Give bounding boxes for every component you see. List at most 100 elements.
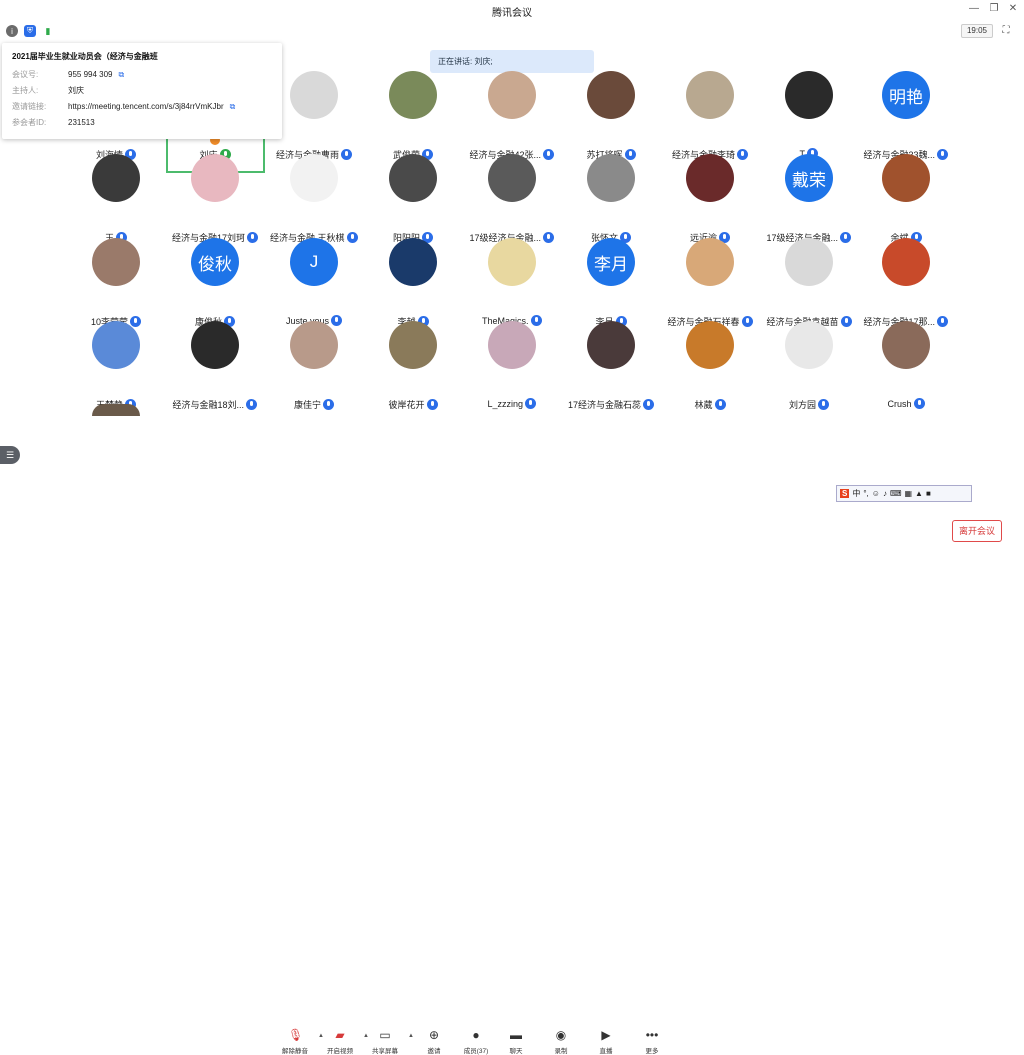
toolbar-invite-button[interactable]: ⊕ 邀请 xyxy=(414,1028,454,1055)
dropdown-caret-icon[interactable]: ▲ xyxy=(408,1033,414,1039)
participant-name-text: 彼岸花开 xyxy=(388,400,425,410)
mic-status-icon xyxy=(840,232,852,243)
voice-icon[interactable]: ♪ xyxy=(883,489,887,498)
apps-icon[interactable]: ■ xyxy=(926,489,931,498)
participant-name: 刘方园 xyxy=(789,398,830,411)
participant-avatar[interactable] xyxy=(389,71,437,119)
signal-icon[interactable]: ▮ xyxy=(42,25,54,37)
emoji-icon[interactable]: ☺ xyxy=(872,489,880,498)
participant-name: 林葳 xyxy=(695,398,726,411)
mic-status-icon xyxy=(643,399,655,410)
participant-avatar[interactable] xyxy=(488,321,536,369)
participant-avatar[interactable] xyxy=(882,154,930,202)
toolbar-label: 录制 xyxy=(554,1048,568,1055)
participant-avatar[interactable] xyxy=(882,238,930,286)
participant-avatar[interactable]: 戴荣 xyxy=(785,154,833,202)
invite-icon: ⊕ xyxy=(428,1028,440,1042)
participant-avatar[interactable] xyxy=(882,321,930,369)
participant-avatar[interactable] xyxy=(191,321,239,369)
mic-status-icon xyxy=(937,316,949,327)
mic-off-icon: 🎙 xyxy=(288,1028,304,1042)
meeting-clock: 19:05 xyxy=(961,24,993,38)
participant-avatar[interactable] xyxy=(587,321,635,369)
participant-avatar[interactable] xyxy=(686,238,734,286)
participant-avatar[interactable] xyxy=(290,71,338,119)
participant-avatar[interactable] xyxy=(785,321,833,369)
dropdown-caret-icon[interactable]: ▲ xyxy=(363,1033,369,1039)
minimize-icon[interactable]: — xyxy=(967,3,981,14)
shield-icon[interactable]: ⛨ xyxy=(24,25,36,37)
invite-link[interactable]: https://meeting.tencent.com/s/3j84rrVmKJ… xyxy=(68,99,224,115)
participant-avatar[interactable] xyxy=(488,238,536,286)
keyboard-icon[interactable]: ⌨ xyxy=(890,489,902,498)
participant-avatar[interactable] xyxy=(92,321,140,369)
chat-icon: ▬ xyxy=(510,1028,522,1042)
ime-mode[interactable]: 中 xyxy=(852,488,860,499)
copy-icon[interactable]: ⧉ xyxy=(119,67,125,83)
sogou-logo-icon[interactable]: S xyxy=(840,489,850,498)
participant-avatar[interactable] xyxy=(290,154,338,202)
close-icon[interactable]: ✕ xyxy=(1006,3,1020,14)
participant-avatar[interactable] xyxy=(587,154,635,202)
participant-avatar[interactable]: 李月 xyxy=(587,238,635,286)
participant-avatar[interactable] xyxy=(389,321,437,369)
members-icon: ● xyxy=(472,1028,480,1042)
participant-avatar[interactable] xyxy=(290,321,338,369)
toolbar-live-button[interactable]: ▶ 直播 xyxy=(586,1028,626,1055)
participant-avatar[interactable] xyxy=(785,238,833,286)
toolbar-share-screen-button[interactable]: ▭ 共享屏幕 xyxy=(365,1028,405,1055)
toolbar-label: 直播 xyxy=(599,1048,613,1055)
participant-avatar[interactable] xyxy=(488,71,536,119)
toolbar-mic-off-button[interactable]: 🎙 解除静音 xyxy=(275,1028,315,1055)
participant-name-text: 林葳 xyxy=(694,400,713,410)
mic-status-icon xyxy=(331,315,343,326)
participant-avatar[interactable] xyxy=(686,321,734,369)
participant-avatar[interactable] xyxy=(92,238,140,286)
participant-avatar[interactable]: 明艳 xyxy=(882,71,930,119)
participant-avatar[interactable] xyxy=(92,404,140,416)
toolbar-chat-button[interactable]: ▬ 聊天 xyxy=(496,1028,536,1055)
participant-avatar[interactable] xyxy=(488,154,536,202)
info-label: 参会者ID: xyxy=(12,118,47,127)
participant-id: 231513 xyxy=(68,118,95,127)
participant-avatar[interactable] xyxy=(785,71,833,119)
participant-avatar[interactable]: 俊秋 xyxy=(191,238,239,286)
fullscreen-icon[interactable]: ⛶ xyxy=(1000,25,1012,37)
participant-name: 17经济与金融石蕊 xyxy=(568,398,655,411)
participant-avatar[interactable] xyxy=(686,154,734,202)
skin-icon[interactable]: ▲ xyxy=(915,489,923,498)
mic-status-icon xyxy=(525,398,537,409)
toolbar-members-button[interactable]: ● 成员(37) xyxy=(456,1028,496,1055)
window-title: 腾讯会议 xyxy=(492,8,532,19)
restore-icon[interactable]: ❐ xyxy=(987,3,1001,14)
meeting-number: 955 994 309 xyxy=(68,70,113,79)
participant-avatar[interactable] xyxy=(389,238,437,286)
participant-name: 康佳宁 xyxy=(294,398,335,411)
participant-avatar[interactable] xyxy=(191,154,239,202)
copy-icon[interactable]: ⧉ xyxy=(230,99,236,115)
toolbar-record-button[interactable]: ◉ 录制 xyxy=(541,1028,581,1055)
participant-avatar[interactable] xyxy=(686,71,734,119)
toolbar-video-off-button[interactable]: ▰ 开启视频 xyxy=(320,1028,360,1055)
participant-avatar[interactable]: J xyxy=(290,238,338,286)
list-toggle-icon[interactable]: ☰ xyxy=(0,446,20,464)
participant-avatar[interactable] xyxy=(92,154,140,202)
toolbox-icon[interactable]: ▦ xyxy=(904,489,912,498)
mic-status-icon xyxy=(246,399,258,410)
participant-name-text: L_zzzing xyxy=(487,398,524,409)
punctuation-icon[interactable]: °, xyxy=(863,489,868,498)
more-icon: ••• xyxy=(645,1028,659,1042)
video-off-icon: ▰ xyxy=(335,1028,345,1042)
mic-status-icon xyxy=(818,399,830,410)
mic-status-icon xyxy=(714,399,726,410)
share-screen-icon: ▭ xyxy=(379,1028,391,1042)
toolbar-label: 成员(37) xyxy=(463,1048,489,1055)
participant-avatar[interactable] xyxy=(587,71,635,119)
toolbar-more-button[interactable]: ••• 更多 xyxy=(632,1028,672,1055)
participant-avatar[interactable] xyxy=(389,154,437,202)
speaking-banner: 正在讲话: 刘庆; xyxy=(430,50,594,73)
info-icon[interactable]: i xyxy=(6,25,18,37)
toolbar-label: 解除静音 xyxy=(282,1048,308,1055)
dropdown-caret-icon[interactable]: ▲ xyxy=(318,1033,324,1039)
leave-meeting-button[interactable]: 离开会议 xyxy=(952,520,1002,542)
